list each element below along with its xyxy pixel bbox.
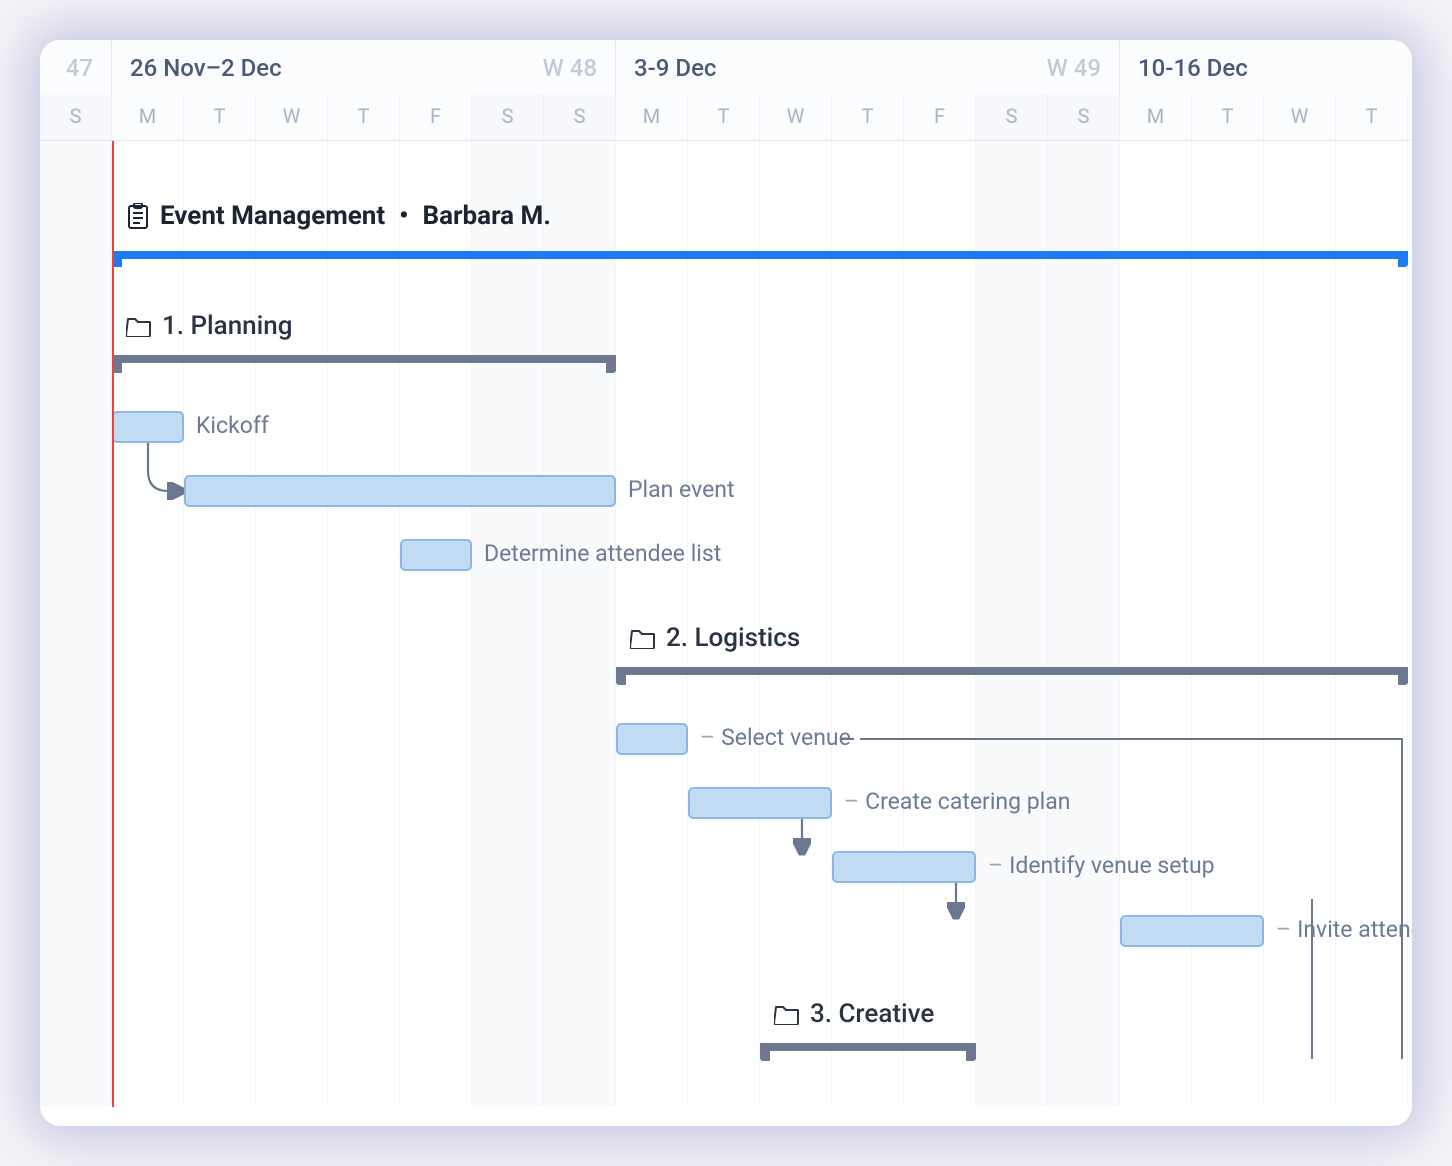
project-title[interactable]: Event Management • Barbara M.	[126, 201, 551, 231]
day-cell: T	[1192, 94, 1264, 140]
week-number: W 49	[1047, 54, 1101, 82]
group-bar[interactable]	[616, 667, 1408, 677]
task-name: Determine attendee list	[484, 540, 721, 567]
task-bar-attlist[interactable]	[400, 539, 472, 571]
day-cell: T	[1336, 94, 1408, 140]
task-bar-kickoff[interactable]	[112, 411, 184, 443]
day-cell: T	[832, 94, 904, 140]
group-title[interactable]: 2. Logistics	[630, 623, 800, 653]
week-number: W 48	[543, 54, 597, 82]
task-label: –Invite attend	[1276, 916, 1412, 943]
task-name: Invite attend	[1297, 916, 1412, 943]
task-label: –Identify venue setup	[988, 852, 1215, 879]
week-label: 3-9 Dec	[634, 54, 716, 82]
dash: –	[988, 852, 1003, 879]
group-name: 3. Creative	[810, 999, 934, 1029]
task-bar-venue[interactable]	[616, 723, 688, 755]
task-name: Select venue	[721, 724, 851, 751]
folder-icon	[630, 627, 656, 649]
group-name: 1. Planning	[162, 311, 292, 341]
project-bar[interactable]	[112, 251, 1408, 261]
project-name: Event Management	[160, 201, 385, 231]
day-cell: W	[256, 94, 328, 140]
group-bar[interactable]	[112, 355, 616, 365]
task-label: –Create catering plan	[844, 788, 1070, 815]
task-name: Create catering plan	[865, 788, 1070, 815]
task-name: Identify venue setup	[1009, 852, 1214, 879]
day-cell: T	[184, 94, 256, 140]
task-bar-invite[interactable]	[1120, 915, 1264, 947]
task-label: Kickoff	[196, 412, 269, 439]
day-cell: S	[976, 94, 1048, 140]
week-cell: 47	[40, 40, 112, 94]
week-cell: 10-16 Dec	[1120, 40, 1412, 94]
day-cell: M	[616, 94, 688, 140]
dash: –	[700, 724, 715, 751]
task-name: Kickoff	[196, 412, 269, 439]
day-cell: W	[760, 94, 832, 140]
week-number: 47	[66, 54, 93, 82]
separator-dot: •	[395, 201, 412, 231]
day-cell: S	[544, 94, 616, 140]
day-cell: M	[112, 94, 184, 140]
app-frame: 47 26 Nov–2 Dec W 48 3-9 Dec W 49 10-16 Dec S…	[40, 40, 1412, 1126]
project-owner: Barbara M.	[423, 201, 551, 231]
group-title[interactable]: 1. Planning	[126, 311, 292, 341]
dash: –	[844, 788, 859, 815]
week-cell: 3-9 Dec W 49	[616, 40, 1120, 94]
folder-icon	[774, 1003, 800, 1025]
week-label: 26 Nov–2 Dec	[130, 54, 282, 82]
task-bar-catering[interactable]	[688, 787, 832, 819]
clipboard-icon	[126, 203, 150, 229]
timeline-header: 47 26 Nov–2 Dec W 48 3-9 Dec W 49 10-16 Dec S…	[40, 40, 1412, 141]
rows-container: Event Management • Barbara M. 1. Planning Ki…	[40, 141, 1412, 1083]
group-name: 2. Logistics	[666, 623, 800, 653]
group-bar[interactable]	[760, 1043, 976, 1053]
week-cell: 26 Nov–2 Dec W 48	[112, 40, 616, 94]
day-cell: M	[1120, 94, 1192, 140]
week-row: 47 26 Nov–2 Dec W 48 3-9 Dec W 49 10-16 Dec	[40, 40, 1412, 94]
week-label: 10-16 Dec	[1138, 54, 1248, 82]
day-cell: T	[688, 94, 760, 140]
day-cell: F	[904, 94, 976, 140]
day-cell: S	[1048, 94, 1120, 140]
day-cell: S	[472, 94, 544, 140]
folder-icon	[126, 315, 152, 337]
day-cell: W	[1264, 94, 1336, 140]
task-label: Determine attendee list	[484, 540, 721, 567]
task-bar-planevent[interactable]	[184, 475, 616, 507]
day-cell: S	[40, 94, 112, 140]
group-title[interactable]: 3. Creative	[774, 999, 934, 1029]
task-label: Plan event	[628, 476, 735, 503]
day-row: SMTWTFSSMTWTFSSMTWT	[40, 94, 1412, 140]
task-label: –Select venue	[700, 724, 851, 751]
today-line	[112, 141, 114, 1107]
day-cell: F	[400, 94, 472, 140]
gantt-chart: 47 26 Nov–2 Dec W 48 3-9 Dec W 49 10-16 Dec S…	[40, 40, 1412, 1126]
day-cell: T	[328, 94, 400, 140]
task-name: Plan event	[628, 476, 735, 503]
dash: –	[1276, 916, 1291, 943]
chart-body[interactable]: Event Management • Barbara M. 1. Planning Ki…	[40, 141, 1412, 1107]
task-bar-setup[interactable]	[832, 851, 976, 883]
